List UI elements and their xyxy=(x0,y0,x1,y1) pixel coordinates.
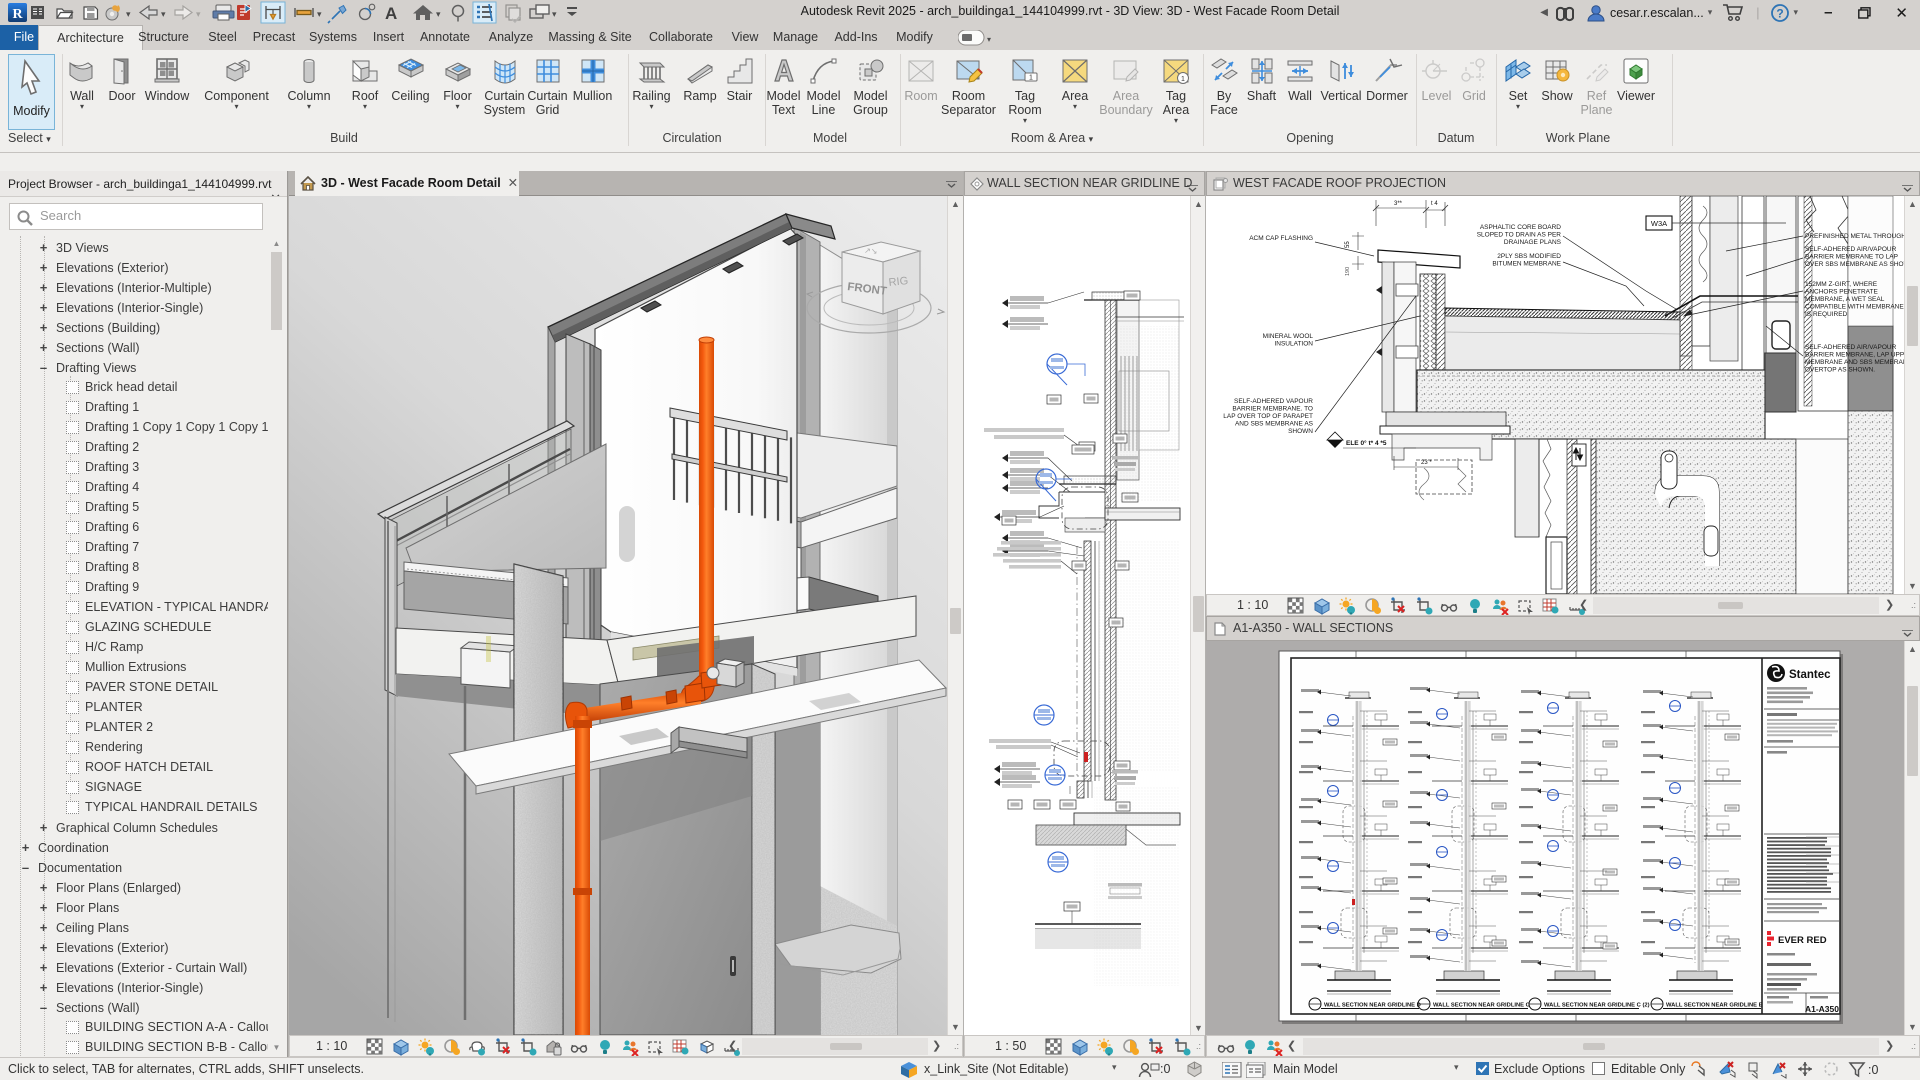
svg-text:ANCHORS PENETRATE: ANCHORS PENETRATE xyxy=(1805,289,1878,296)
svg-text::0: :0 xyxy=(1868,1063,1878,1077)
svg-text:SHOWN: SHOWN xyxy=(1288,428,1313,435)
svg-text:AND SBS MEMBRANE AS: AND SBS MEMBRANE AS xyxy=(1235,421,1314,428)
svg-text:PREFINISHED METAL THROUGH-WA: PREFINISHED METAL THROUGH-WA xyxy=(1805,233,1919,240)
svg-text:▾: ▾ xyxy=(552,9,557,19)
svg-text:WALL SECTION NEAR GRIDLINE E: WALL SECTION NEAR GRIDLINE E xyxy=(1666,1003,1763,1009)
svg-text:SELF-ADHERED VAPOUR: SELF-ADHERED VAPOUR xyxy=(1234,398,1313,405)
svg-text:DRAINAGE PLANS: DRAINAGE PLANS xyxy=(1504,239,1562,246)
svg-text:MEMBRANE, A WET SEAL: MEMBRANE, A WET SEAL xyxy=(1805,296,1885,303)
svg-text:3**: 3** xyxy=(1394,201,1403,207)
svg-text:2PLY SBS MODIFIED: 2PLY SBS MODIFIED xyxy=(1497,253,1561,260)
svg-text:W3A: W3A xyxy=(1651,219,1667,228)
svg-text:SELF-ADHERED AIR/VAPOUR: SELF-ADHERED AIR/VAPOUR xyxy=(1805,246,1897,253)
svg-text:▾: ▾ xyxy=(126,9,131,19)
svg-text:WALL SECTION NEAR GRIDLINE C (: WALL SECTION NEAR GRIDLINE C (2) xyxy=(1544,1003,1650,1009)
svg-text:RIG: RIG xyxy=(888,275,909,289)
svg-text:MINERAL WOOL: MINERAL WOOL xyxy=(1263,333,1314,340)
svg-text:R: R xyxy=(12,7,23,22)
svg-text:152MM Z-GIRT, WHERE: 152MM Z-GIRT, WHERE xyxy=(1805,281,1878,288)
svg-text:IS REQUIRED: IS REQUIRED xyxy=(1805,311,1848,318)
svg-text:ELE 0° t* 4 *5: ELE 0° t* 4 *5 xyxy=(1346,439,1387,447)
svg-text:BARRIER MEMBRANE TO LAP: BARRIER MEMBRANE TO LAP xyxy=(1805,254,1898,261)
svg-text:EVER RED: EVER RED xyxy=(1778,935,1827,946)
svg-text:COMPATIBLE WITH MEMBRANE: COMPATIBLE WITH MEMBRANE xyxy=(1805,304,1904,311)
svg-text:BARRIER MEMBRANE. TO: BARRIER MEMBRANE. TO xyxy=(1232,406,1313,413)
svg-text:A: A xyxy=(385,4,397,23)
svg-text:SELF-ADHERED AIR/VAPOUR: SELF-ADHERED AIR/VAPOUR xyxy=(1805,344,1897,351)
svg-text:↗↘: ↗↘ xyxy=(864,246,878,256)
svg-text:23 *: 23 * xyxy=(1421,460,1432,466)
svg-text:t 4: t 4 xyxy=(1431,201,1438,207)
svg-text:ASPHALTIC CORE BOARD: ASPHALTIC CORE BOARD xyxy=(1480,224,1561,231)
svg-text:BITUMEN MEMBRANE: BITUMEN MEMBRANE xyxy=(1492,261,1561,268)
svg-text:WALL SECTION NEAR GRIDLINE D: WALL SECTION NEAR GRIDLINE D xyxy=(1324,1003,1421,1009)
svg-text:55: 55 xyxy=(1345,241,1351,248)
svg-text:A1-A350: A1-A350 xyxy=(1805,1004,1839,1014)
svg-text:BARRIER MEMBRANE, LAP UPPER: BARRIER MEMBRANE, LAP UPPER xyxy=(1805,352,1914,359)
svg-text:Stantec: Stantec xyxy=(1789,669,1831,681)
svg-text:▾: ▾ xyxy=(196,9,201,19)
svg-text:1: 1 xyxy=(1029,75,1033,82)
svg-text:190: 190 xyxy=(1345,267,1351,276)
svg-text:?: ? xyxy=(1776,6,1783,20)
svg-text:▾: ▾ xyxy=(317,9,322,19)
svg-text:WALL SECTION NEAR GRIDLINE C: WALL SECTION NEAR GRIDLINE C xyxy=(1433,1003,1531,1009)
svg-text:INSULATION: INSULATION xyxy=(1274,341,1313,348)
svg-text:▾: ▾ xyxy=(161,9,166,19)
svg-text:ACM CAP FLASHING: ACM CAP FLASHING xyxy=(1249,235,1313,242)
svg-text:OVERTOP AS SHOWN.: OVERTOP AS SHOWN. xyxy=(1805,367,1875,374)
svg-text:SLOPED TO DRAIN AS PER: SLOPED TO DRAIN AS PER xyxy=(1477,232,1562,239)
svg-text:▾: ▾ xyxy=(436,9,441,19)
svg-text:MEMBRANE AND SBS MEMBRANE: MEMBRANE AND SBS MEMBRANE xyxy=(1805,359,1913,366)
svg-text:OVER SBS MEMBRANE AS SHOWN: OVER SBS MEMBRANE AS SHOWN xyxy=(1805,261,1915,268)
svg-text:▾: ▾ xyxy=(987,35,991,44)
svg-text:LAP OVER TOP OF PARAPET: LAP OVER TOP OF PARAPET xyxy=(1223,413,1313,420)
svg-text:1: 1 xyxy=(1181,76,1185,83)
